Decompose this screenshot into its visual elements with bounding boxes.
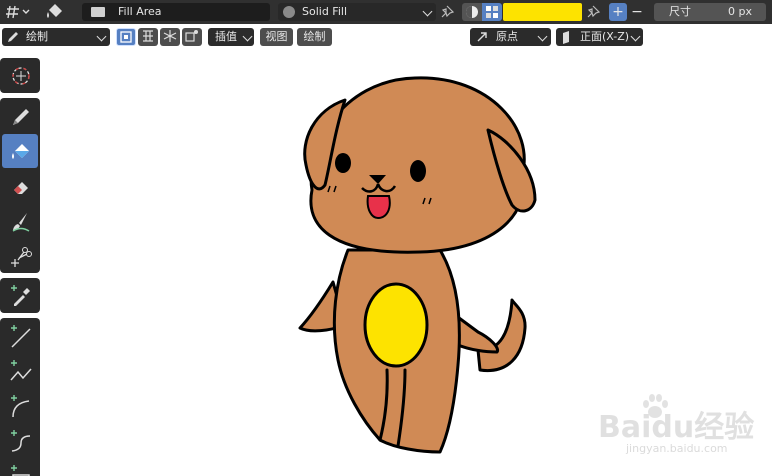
drawing-plane-dropdown[interactable]: 正面(X-Z) [556,28,643,46]
dog-mouth [361,183,397,193]
frame-icon [120,31,132,43]
draw-tool[interactable] [2,99,38,133]
toolbar-eyedropper-group [0,278,40,313]
dog-right-eye [410,160,426,182]
origin-dropdown[interactable]: 原点 [470,28,551,46]
dog-nose [369,175,386,184]
dog-left-arm [298,280,347,333]
dog-belly [363,282,429,368]
size-value: 0 px [728,5,752,18]
polyline-tool[interactable] [2,354,38,388]
watermark-url: jingyan.baidu.com [626,442,728,455]
tool-options-bar: 绘制 插值 视图 绘制 原点 正面(X-Z) [0,24,772,50]
dog-body [332,248,461,454]
watermark: Baidu经验 jingyan.baidu.com [598,392,768,462]
chevron-down-icon [537,29,548,47]
cursor-icon [12,67,30,85]
toolbar-draw-group [0,98,40,273]
chevron-down-icon [630,29,641,47]
vertex-color-mode-button[interactable] [482,3,502,21]
curve-tool[interactable] [2,424,38,458]
color-swatch[interactable] [503,3,582,21]
toolbar-cursor-group [0,58,40,93]
fill-tool-indicator [44,2,66,22]
curve-icon [11,430,31,452]
tint-tool[interactable] [2,204,38,238]
chevron-down-icon [422,4,433,22]
pin-icon [441,5,455,18]
size-field[interactable]: 尺寸 0 px [654,3,766,21]
pin-color-button[interactable] [584,3,604,21]
fill-tool[interactable] [2,134,38,168]
brush-preset-name: Fill Area [118,5,162,18]
interpolate-label: 插值 [215,30,237,43]
toolbar-shapes-group [0,318,40,476]
brush-image-icon [91,7,105,17]
plane-icon [563,31,569,44]
chevron-down-icon [96,29,107,47]
arc-icon [11,395,30,418]
erase-tool[interactable] [2,169,38,203]
dog-left-eye [335,153,351,173]
material-selector[interactable]: Solid Fill [278,3,436,21]
brush-preset-field[interactable]: Fill Area [82,3,270,21]
line-tool[interactable] [2,319,38,353]
dog-left-ear [303,98,347,191]
transform-pivot-dropdown[interactable] [2,3,32,21]
stroke-placement-cursor-button[interactable] [182,28,202,46]
drawing-plane-label: 正面(X-Z) [580,30,630,43]
material-color-mode-button[interactable] [462,3,482,21]
snowflake-icon [163,30,177,42]
dog-tongue [366,195,391,220]
material-name: Solid Fill [302,5,347,18]
cutter-tool[interactable] [2,239,38,273]
arc-tool[interactable] [2,389,38,423]
stroke-placement-surface-button[interactable] [116,28,136,46]
grid-icon [143,30,153,42]
chevron-down-icon [242,29,253,47]
dog-head [309,76,526,254]
view-menu[interactable]: 视图 [260,28,293,46]
brush-icon [12,213,30,232]
dog-tail [476,298,527,373]
material-sphere-icon [283,6,295,18]
cursor-tool[interactable] [2,59,38,93]
bucket-icon [47,4,62,18]
vertex-color-icon [486,6,498,18]
size-label: 尺寸 [669,5,691,18]
line-icon [11,325,31,348]
eraser-icon [14,182,28,194]
arrow-icon [477,32,487,42]
box-tool[interactable] [2,459,38,476]
mode-label: 绘制 [26,30,48,43]
draw-menu[interactable]: 绘制 [297,28,332,46]
mode-dropdown[interactable]: 绘制 [2,28,110,46]
dog-right-ear [486,128,537,213]
watermark-brand: Baidu经验 [598,410,755,445]
add-button[interactable]: + [609,3,627,21]
pencil-icon [13,109,29,125]
box-icon [11,465,30,476]
stroke-placement-view-button[interactable] [138,28,158,46]
pencil-icon [8,32,18,42]
stroke-placement-stroke-button[interactable] [160,28,180,46]
interpolate-dropdown[interactable]: 插值 [208,28,254,46]
pin-icon [587,5,601,18]
grid-hash-icon [6,5,30,19]
material-mode-icon [466,6,478,18]
eyedropper-tool[interactable] [2,279,38,313]
origin-label: 原点 [496,30,518,43]
eyedropper-icon [11,285,30,306]
pin-material-button[interactable] [438,3,458,21]
dog-right-arm [453,313,499,354]
tool-settings-header: Fill Area Solid Fill + − 尺寸 0 px [0,0,772,24]
dots-square-icon [185,30,198,42]
bucket-icon [12,144,29,159]
remove-button[interactable]: − [628,3,646,21]
scissors-icon [11,247,32,267]
polyline-icon [10,360,32,381]
